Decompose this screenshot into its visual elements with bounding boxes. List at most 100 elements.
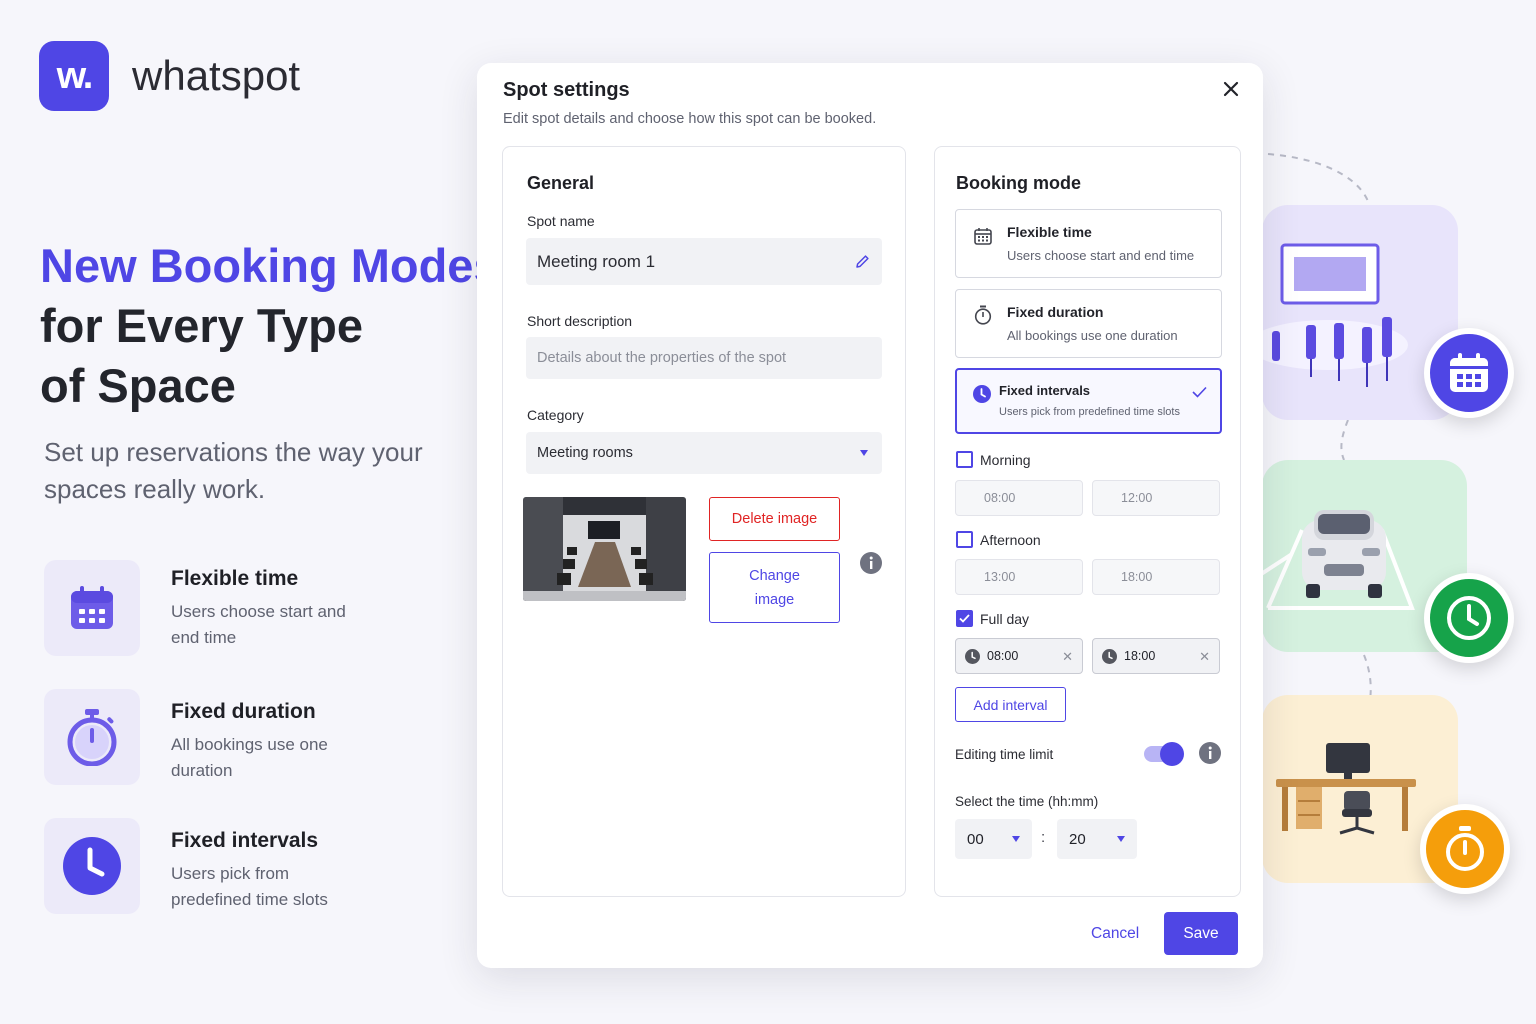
add-interval-label: Add interval (973, 696, 1048, 713)
time-value: 08:00 (987, 649, 1019, 663)
clear-icon[interactable]: ✕ (1062, 649, 1073, 665)
cancel-button[interactable]: Cancel (1091, 925, 1139, 943)
category-label: Category (527, 407, 584, 423)
chevron-down-icon (860, 450, 868, 456)
pencil-icon[interactable] (855, 254, 870, 269)
short-description-input[interactable]: Details about the properties of the spot (526, 337, 882, 379)
close-icon[interactable] (1219, 77, 1243, 101)
full-day-end-time[interactable]: 18:00 ✕ (1092, 638, 1220, 674)
editing-time-limit-toggle[interactable] (1144, 742, 1184, 766)
spot-settings-modal: Spot settings Edit spot details and choo… (477, 63, 1263, 968)
feature-duration-icon-tile (44, 689, 140, 785)
clock-badge-icon (1424, 573, 1514, 663)
time-value: 13:00 (984, 570, 1016, 584)
spot-name-field[interactable]: Meeting room 1 (526, 238, 882, 285)
calendar-icon (974, 228, 992, 245)
mode-fixed-duration[interactable]: Fixed duration All bookings use one dura… (955, 289, 1222, 358)
feature-flexible-icon-tile (44, 560, 140, 656)
category-value: Meeting rooms (537, 445, 633, 461)
hours-value: 00 (967, 830, 984, 848)
feature-desc: Users choose start and end time (171, 602, 346, 647)
add-interval-button[interactable]: Add interval (955, 687, 1066, 722)
feature-desc: All bookings use one duration (171, 735, 328, 780)
minutes-select[interactable]: 20 (1057, 819, 1137, 859)
modal-subtitle: Edit spot details and choose how this sp… (503, 111, 877, 127)
spot-name-value: Meeting room 1 (537, 251, 656, 271)
morning-start-time[interactable]: 08:00 (955, 480, 1083, 516)
clock-icon (965, 649, 980, 664)
spot-name-label: Spot name (527, 213, 595, 229)
time-value: 18:00 (1121, 570, 1153, 584)
clock-icon (1102, 649, 1117, 664)
hero-title: New Booking Modes for Every Type of Spac… (40, 236, 500, 416)
whatspot-logo: w. (39, 41, 109, 111)
chevron-down-icon (1117, 836, 1125, 842)
save-label: Save (1183, 924, 1219, 942)
spot-image (523, 497, 686, 601)
stopwatch-icon (67, 709, 117, 766)
mode-title: Fixed intervals (999, 383, 1091, 398)
hours-select[interactable]: 00 (955, 819, 1032, 859)
full-day-start-time[interactable]: 08:00 ✕ (955, 638, 1083, 674)
mode-fixed-intervals[interactable]: Fixed intervals Users pick from predefin… (955, 368, 1222, 434)
afternoon-checkbox[interactable] (956, 531, 973, 548)
mode-title: Fixed duration (1007, 304, 1104, 320)
time-value: 18:00 (1124, 649, 1156, 663)
time-value: 08:00 (984, 491, 1016, 505)
feature-title: Fixed duration (171, 700, 316, 723)
afternoon-start-time[interactable]: 13:00 (955, 559, 1083, 595)
category-select[interactable]: Meeting rooms (526, 432, 882, 474)
morning-checkbox[interactable] (956, 451, 973, 468)
feature-desc: Users pick from predefined time slots (171, 864, 328, 909)
booking-mode-title: Booking mode (956, 173, 1081, 193)
full-day-checkbox[interactable] (956, 610, 973, 627)
booking-mode-panel: Booking mode Flexible time Users choose … (934, 146, 1241, 897)
minutes-value: 20 (1069, 830, 1086, 848)
general-title: General (527, 173, 595, 193)
feature-flexible: Flexible time Users choose start and end… (171, 567, 371, 651)
brand-name: whatspot (132, 52, 301, 99)
morning-end-time[interactable]: 12:00 (1092, 480, 1220, 516)
clock-icon (973, 385, 991, 403)
editing-time-limit-label: Editing time limit (955, 747, 1054, 762)
feature-intervals-icon-tile (44, 818, 140, 914)
short-desc-label: Short description (527, 313, 633, 329)
calendar-icon (71, 586, 113, 629)
calendar-badge-icon (1424, 328, 1514, 418)
modal-title: Spot settings (503, 79, 630, 101)
mode-title: Flexible time (1007, 224, 1092, 240)
feature-duration: Fixed duration All bookings use one dura… (171, 700, 371, 784)
feature-title: Flexible time (171, 567, 299, 590)
feature-title: Fixed intervals (171, 829, 319, 852)
chevron-down-icon (1012, 836, 1020, 842)
morning-label: Morning (980, 452, 1031, 468)
check-icon (1192, 386, 1207, 398)
logo-mark: w. (56, 54, 94, 97)
delete-image-label: Delete image (731, 511, 818, 527)
select-time-label: Select the time (hh:mm) (955, 794, 1099, 809)
check-icon (959, 614, 970, 623)
time-value: 12:00 (1121, 491, 1153, 505)
clock-icon (63, 837, 121, 895)
info-icon[interactable] (860, 552, 882, 574)
hero-title-line2: for Every Type (40, 299, 364, 352)
delete-image-button[interactable]: Delete image (709, 497, 840, 541)
hero-title-line3: of Space (40, 359, 236, 412)
mode-flexible-time[interactable]: Flexible time Users choose start and end… (955, 209, 1222, 278)
stopwatch-badge-icon (1420, 804, 1510, 894)
hero-title-accent: New Booking Modes (40, 239, 500, 292)
mode-desc: All bookings use one duration (1007, 328, 1178, 343)
afternoon-label: Afternoon (980, 532, 1041, 548)
save-button[interactable]: Save (1164, 912, 1238, 955)
toggle-knob (1160, 742, 1184, 766)
info-icon[interactable] (1199, 742, 1221, 764)
time-separator: : (1041, 829, 1046, 846)
change-image-button[interactable]: Change image (709, 552, 840, 623)
change-image-label: Change image (749, 567, 800, 608)
stopwatch-icon (974, 305, 992, 325)
full-day-label: Full day (980, 611, 1030, 627)
mode-desc: Users choose start and end time (1007, 248, 1195, 263)
afternoon-end-time[interactable]: 18:00 (1092, 559, 1220, 595)
clear-icon[interactable]: ✕ (1199, 649, 1210, 665)
general-panel: General Spot name Meeting room 1 Short d… (502, 146, 906, 897)
